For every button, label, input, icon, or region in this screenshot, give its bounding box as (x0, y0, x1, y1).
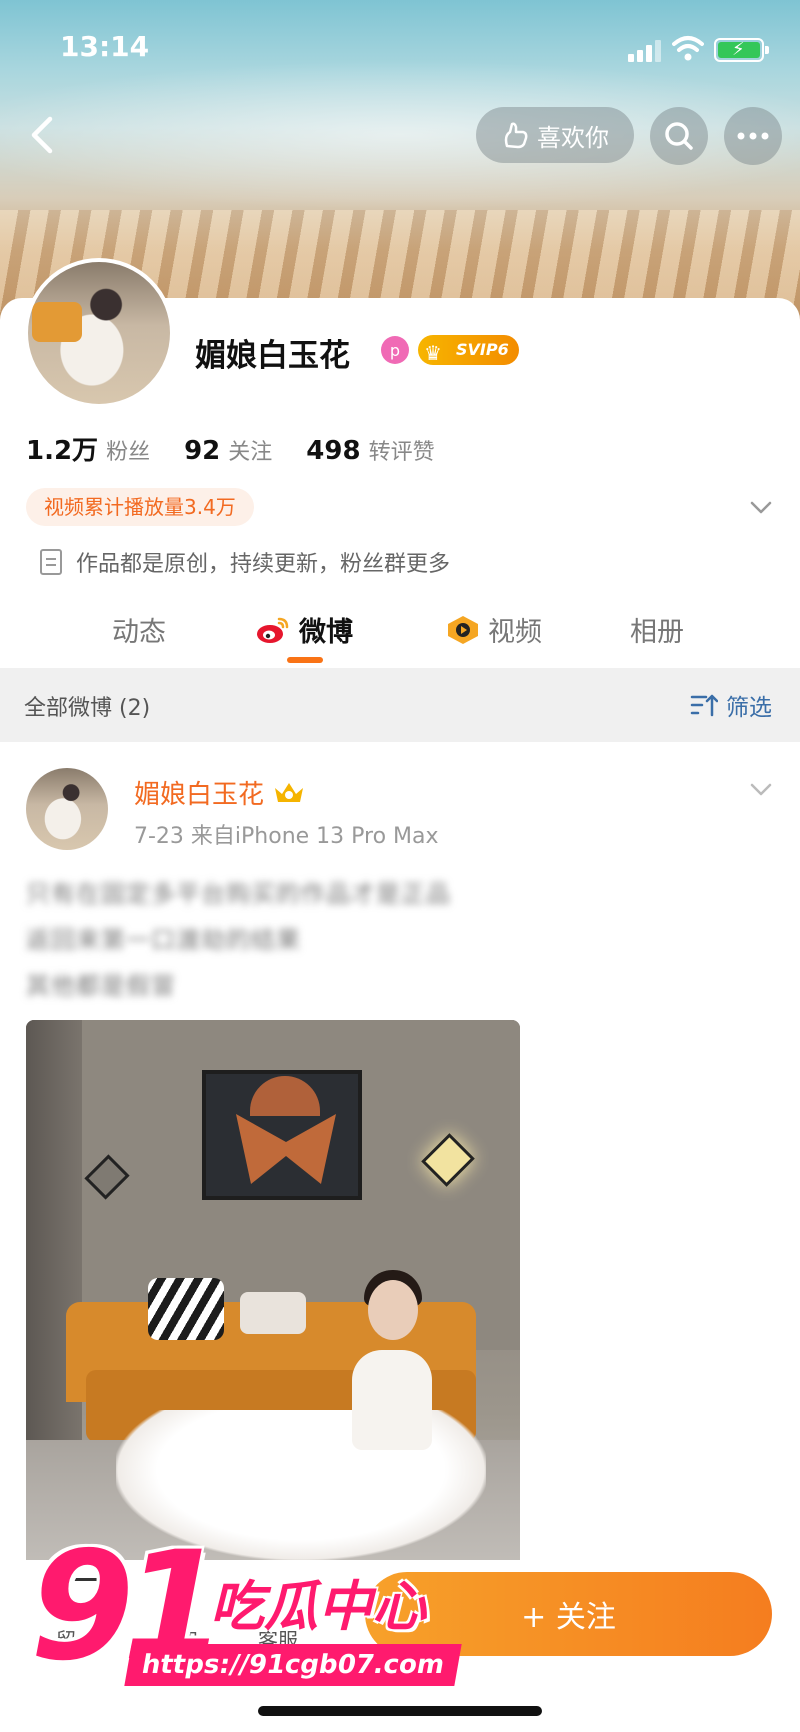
video-views-tag[interactable]: 视频累计播放量3.4万 (26, 488, 254, 526)
profile-tabs: 动态 微博 视频 相册 (0, 600, 800, 668)
avatar-sofa (32, 302, 82, 342)
watermark-logo: 91 吃瓜中心 https://91cgb07.com (30, 1532, 462, 1692)
watermark-brand: 吃瓜中心 (210, 1575, 426, 1638)
video-icon (448, 615, 478, 644)
document-icon (40, 549, 62, 575)
stat-following[interactable]: 92 关注 (184, 434, 272, 466)
post-avatar[interactable] (26, 768, 108, 850)
back-button[interactable] (18, 110, 68, 160)
profile-avatar[interactable] (24, 258, 174, 408)
chevron-down-icon[interactable] (748, 494, 774, 520)
tab-label: 微博 (299, 617, 353, 648)
status-bar: 13:14 ⚡ (0, 0, 800, 100)
filter-button[interactable]: 筛选 (690, 688, 772, 722)
active-tab-indicator (287, 657, 323, 663)
stat-followers[interactable]: 1.2万 粉丝 (26, 430, 150, 467)
tab-weibo[interactable]: 微博 (255, 610, 353, 649)
battery-icon: ⚡ (714, 38, 769, 62)
post-photo[interactable] (26, 1020, 520, 1580)
signal-icon (628, 40, 662, 62)
tab-label: 视频 (488, 617, 542, 648)
post-meta: 7-23 来自iPhone 13 Pro Max (134, 824, 439, 849)
stat-label: 关注 (228, 440, 273, 465)
stat-label: 粉丝 (106, 440, 151, 465)
profile-name: 媚娘白玉花 (195, 338, 350, 374)
search-icon (665, 122, 693, 150)
filter-bar: 全部微博 (2) 筛选 (0, 668, 800, 742)
verified-badge-icon[interactable]: p (381, 336, 409, 364)
vip-crown-icon (275, 782, 304, 802)
filter-label: 筛选 (726, 695, 772, 721)
tab-album[interactable]: 相册 (630, 610, 684, 649)
post-author-name: 媚娘白玉花 (134, 780, 265, 810)
watermark-url: https://91cgb07.com (124, 1644, 462, 1686)
post-author[interactable]: 媚娘白玉花 (134, 774, 306, 811)
tab-video[interactable]: 视频 (446, 610, 542, 649)
bio-text: 作品都是原创，持续更新，粉丝群更多 (76, 552, 451, 577)
back-arrow-icon (31, 116, 53, 154)
stat-value: 92 (184, 436, 221, 466)
crown-icon: ♛ (424, 341, 442, 365)
search-button[interactable] (650, 107, 708, 165)
like-you-label: 喜欢你 (537, 123, 609, 152)
stat-value: 1.2万 (26, 436, 99, 466)
post-menu-chevron-icon[interactable] (748, 776, 774, 802)
stat-label: 转评赞 (368, 440, 435, 465)
more-dots-icon (737, 132, 769, 140)
wifi-icon (672, 36, 704, 61)
post-text-line: 只有在固定多平台购买的作品才是正品 (26, 880, 451, 908)
photo-pillow (240, 1292, 306, 1334)
weibo-icon (257, 617, 289, 643)
like-hand-icon (504, 122, 528, 149)
profile-bio: 作品都是原创，持续更新，粉丝群更多 (40, 546, 450, 578)
photo-person (352, 1350, 432, 1450)
stat-interactions[interactable]: 498 转评赞 (306, 434, 434, 466)
all-posts-label: 全部微博 (2) (24, 696, 151, 721)
post-text-line: 其他都是假冒 (26, 972, 176, 1000)
svip-badge[interactable]: ♛ SVIP6 (418, 335, 519, 365)
follow-label: + 关注 (521, 1600, 616, 1635)
tab-label: 动态 (112, 617, 166, 648)
photo-pillow (148, 1278, 224, 1340)
svip-label: SVIP6 (456, 340, 509, 359)
photo-head (368, 1280, 418, 1340)
tab-label: 相册 (630, 617, 684, 648)
like-you-button[interactable]: 喜欢你 (476, 107, 634, 163)
more-button[interactable] (724, 107, 782, 165)
tab-dynamic[interactable]: 动态 (112, 610, 166, 649)
status-time: 13:14 (60, 30, 150, 63)
profile-page: 13:14 ⚡ 喜欢你 媚娘白玉花 p ♛ SVIP6 1.2万 粉丝 92 关… (0, 0, 800, 1732)
filter-icon (690, 694, 718, 717)
home-indicator[interactable] (258, 1706, 542, 1716)
profile-stats: 1.2万 粉丝 92 关注 498 转评赞 (26, 430, 469, 467)
stat-value: 498 (306, 436, 361, 466)
post-text-line: 返回来第一口渡劫的结果 (26, 926, 301, 954)
photo-painting (202, 1070, 362, 1200)
